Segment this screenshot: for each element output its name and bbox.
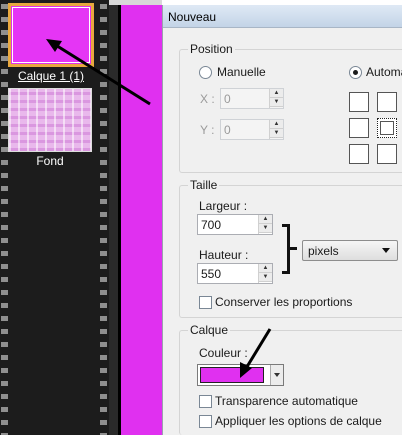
- spin-down-icon[interactable]: ▼: [270, 98, 283, 107]
- layers-panel: Calque 1 (1) Fond: [0, 0, 109, 435]
- spin-up-icon[interactable]: ▲: [270, 89, 283, 98]
- film-perforation-left: [1, 0, 8, 435]
- spin-down-icon[interactable]: ▼: [259, 224, 272, 233]
- spin-down-icon[interactable]: ▼: [270, 129, 283, 138]
- image-canvas[interactable]: [118, 5, 162, 435]
- auto-radio[interactable]: [349, 66, 362, 79]
- manual-label[interactable]: Manuelle: [217, 65, 266, 79]
- color-picker[interactable]: [197, 364, 284, 386]
- spin-up-icon[interactable]: ▲: [259, 264, 272, 273]
- y-stepper[interactable]: 0 ▲ ▼: [220, 119, 284, 140]
- keep-ratio-label[interactable]: Conserver les proportions: [215, 295, 352, 309]
- auto-label[interactable]: Automa: [366, 65, 402, 79]
- link-bracket: [282, 224, 290, 274]
- unit-value: pixels: [308, 244, 339, 258]
- layer-thumbnail-calque1[interactable]: [8, 3, 94, 67]
- chevron-down-icon: [382, 248, 390, 253]
- height-stepper[interactable]: 550 ▲ ▼: [197, 263, 273, 284]
- layer-label-calque1[interactable]: Calque 1 (1): [8, 69, 94, 83]
- width-label: Largeur :: [199, 199, 248, 213]
- layer-group: Calque Couleur : Transparence automatiqu…: [179, 323, 402, 435]
- manual-radio[interactable]: [199, 66, 212, 79]
- panel-separator: [109, 0, 118, 435]
- keep-ratio-checkbox[interactable]: [199, 296, 212, 309]
- y-label: Y :: [200, 123, 215, 137]
- auto-transparency-label[interactable]: Transparence automatique: [215, 394, 358, 408]
- spin-up-icon[interactable]: ▲: [259, 215, 272, 224]
- width-stepper[interactable]: 700 ▲ ▼: [197, 214, 273, 235]
- apply-options-label[interactable]: Appliquer les options de calque: [215, 414, 382, 428]
- new-layer-dialog: Nouveau Position Manuelle Automa X : 0 ▲…: [162, 5, 402, 435]
- anchor-bottom-left[interactable]: [349, 144, 369, 164]
- anchor-top-center[interactable]: [377, 92, 397, 112]
- y-value: 0: [224, 123, 231, 137]
- width-value[interactable]: 700: [201, 218, 221, 232]
- anchor-center[interactable]: [377, 118, 397, 138]
- x-label: X :: [200, 92, 215, 106]
- x-value: 0: [224, 92, 231, 106]
- film-perforation-right: [100, 0, 107, 435]
- size-group-title: Taille: [188, 178, 220, 192]
- anchor-top-left[interactable]: [349, 92, 369, 112]
- auto-transparency-checkbox[interactable]: [199, 395, 212, 408]
- spin-up-icon[interactable]: ▲: [270, 120, 283, 129]
- anchor-bottom-center[interactable]: [377, 144, 397, 164]
- height-label: Hauteur :: [199, 248, 249, 262]
- layer-label-fond[interactable]: Fond: [8, 154, 92, 168]
- anchor-middle-left[interactable]: [349, 118, 369, 138]
- position-group: Position Manuelle Automa X : 0 ▲▼ Y : 0 …: [179, 42, 402, 173]
- height-value[interactable]: 550: [201, 267, 221, 281]
- color-label: Couleur :: [199, 346, 248, 360]
- layer-group-title: Calque: [188, 323, 231, 337]
- color-swatch[interactable]: [200, 367, 264, 383]
- apply-options-checkbox[interactable]: [199, 415, 212, 428]
- spin-down-icon[interactable]: ▼: [259, 273, 272, 282]
- dialog-title[interactable]: Nouveau: [163, 5, 402, 28]
- link-bracket-tick: [290, 247, 297, 250]
- x-stepper[interactable]: 0 ▲ ▼: [220, 88, 284, 109]
- position-group-title: Position: [188, 42, 235, 56]
- unit-select[interactable]: pixels: [302, 240, 398, 261]
- size-group: Taille Largeur : 700 ▲ ▼ Hauteur : 550 ▲ ▼…: [179, 178, 402, 318]
- layer-thumbnail-fond[interactable]: [8, 88, 92, 152]
- chevron-down-icon[interactable]: [270, 365, 283, 385]
